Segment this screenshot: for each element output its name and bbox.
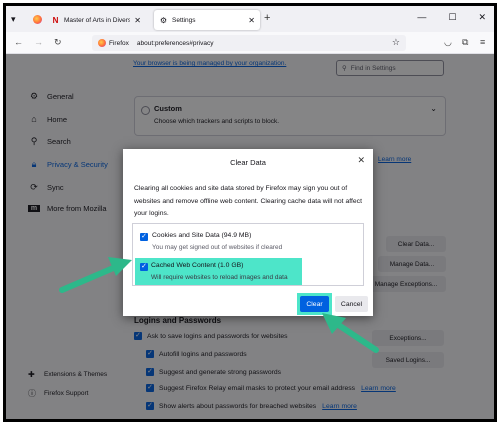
menu-hamburger-icon[interactable]: ≡ [480, 37, 485, 47]
new-tab-button[interactable]: + [264, 12, 270, 24]
tab-strip: ▾ N Master of Arts in Diverse Comm ✕ ⚙ S… [6, 6, 494, 32]
window-controls: — ☐ ✕ [417, 12, 486, 23]
option-title: Cookies and Site Data (94.9 MB) [152, 232, 252, 239]
tab-master-of-arts[interactable]: N Master of Arts in Diverse Comm ✕ [46, 10, 146, 30]
url-bar[interactable]: Firefox about:preferences#privacy ☆ [92, 35, 406, 51]
firefox-identity-icon [98, 39, 106, 47]
tab-label: Settings [172, 16, 196, 24]
extensions-icon[interactable]: ⧉ [462, 37, 468, 48]
option-title: Cached Web Content (1.0 GB) [151, 262, 244, 269]
url-text[interactable]: about:preferences#privacy [137, 40, 214, 47]
netflix-n-icon: N [52, 15, 59, 25]
forward-arrow-icon[interactable]: → [34, 37, 43, 47]
bookmark-star-icon[interactable]: ☆ [392, 37, 400, 48]
clear-data-dialog: Clear Data ✕ Clearing all cookies and si… [123, 149, 373, 316]
close-tab-icon[interactable]: ✕ [134, 16, 141, 25]
tab-label: Master of Arts in Diverse Comm [64, 16, 130, 24]
list-all-tabs-icon[interactable]: ▾ [11, 14, 16, 25]
clear-button[interactable]: Clear [300, 296, 329, 312]
checkbox-checked[interactable]: ✓ [140, 263, 148, 271]
dialog-title: Clear Data [230, 158, 266, 167]
cancel-button[interactable]: Cancel [335, 296, 368, 312]
maximize-icon[interactable]: ☐ [448, 12, 456, 23]
url-identity-label: Firefox [109, 39, 129, 47]
navigation-toolbar: ← → ↻ Firefox about:preferences#privacy … [6, 32, 494, 54]
cached-web-content-option[interactable]: ✓ Cached Web Content (1.0 GB) Will requi… [135, 258, 302, 285]
option-subtitle: Will require websites to reload images a… [151, 274, 288, 281]
reload-icon[interactable]: ↻ [54, 37, 62, 48]
option-subtitle: You may get signed out of websites if cl… [152, 244, 283, 251]
gear-icon: ⚙ [159, 15, 168, 25]
close-icon[interactable]: ✕ [357, 155, 365, 166]
close-tab-icon[interactable]: ✕ [248, 16, 255, 25]
back-arrow-icon[interactable]: ← [14, 37, 23, 47]
checkbox-checked[interactable]: ✓ [140, 233, 148, 241]
tab-settings[interactable]: ⚙ Settings ✕ [154, 10, 260, 30]
pocket-icon[interactable]: ◡ [444, 37, 452, 48]
browser-window: ▾ N Master of Arts in Diverse Comm ✕ ⚙ S… [3, 3, 497, 422]
dialog-description: Clearing all cookies and site data store… [134, 185, 362, 217]
close-window-icon[interactable]: ✕ [478, 12, 486, 23]
firefox-logo-icon [33, 15, 42, 24]
minimize-icon[interactable]: — [417, 12, 426, 23]
